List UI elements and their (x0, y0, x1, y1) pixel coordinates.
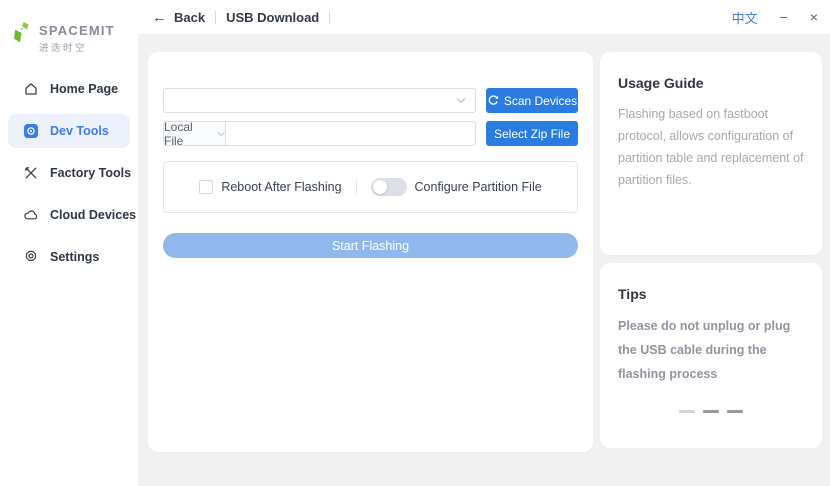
select-zip-file-button[interactable]: Select Zip File (486, 121, 578, 146)
flash-panel: Scan Devices Local File Select Zip File (148, 52, 593, 452)
chevron-down-icon (456, 98, 466, 104)
scan-devices-button[interactable]: Scan Devices (486, 88, 578, 113)
sidebar-item-dev-tools[interactable]: Dev Tools (8, 114, 130, 149)
flash-options: Reboot After Flashing Configure Partitio… (163, 161, 578, 213)
sidebar-item-label: Factory Tools (50, 166, 132, 181)
topbar-divider (215, 10, 217, 24)
logo-title: SPACEMIT (39, 23, 115, 38)
flash-form: Scan Devices Local File Select Zip File (148, 52, 593, 258)
configure-partition-toggle[interactable] (370, 178, 407, 196)
factory-tools-icon (23, 165, 39, 181)
spacemit-logo-icon (14, 22, 29, 43)
device-select[interactable] (163, 88, 476, 113)
back-arrow-icon: ← (152, 8, 167, 26)
sidebar-item-cloud-devices[interactable]: Cloud Devices (8, 198, 136, 232)
tips-title: Tips (618, 286, 647, 302)
logo: SPACEMIT 进迭时空 (0, 0, 138, 54)
home-icon (23, 81, 39, 97)
file-source-select[interactable]: Local File (163, 119, 225, 148)
file-source-value: Local File (164, 119, 193, 148)
close-button[interactable]: × (810, 10, 818, 24)
scan-devices-label: Scan Devices (503, 93, 578, 108)
topbar-divider (329, 10, 331, 24)
device-row: Scan Devices (163, 88, 578, 113)
sidebar-item-label: Dev Tools (50, 124, 109, 139)
sidebar-item-factory-tools[interactable]: Factory Tools (8, 156, 132, 190)
sidebar-menu: Home Page Dev Tools Factory Tools Cloud … (0, 72, 138, 274)
sidebar: SPACEMIT 进迭时空 Home Page Dev Tools Factor… (0, 0, 138, 486)
file-row: Local File Select Zip File (163, 119, 578, 148)
tips-carousel-indicators (600, 410, 822, 413)
info-column: Usage Guide Flashing based on fastboot p… (600, 52, 822, 448)
logo-subtitle: 进迭时空 (39, 43, 88, 55)
settings-icon (23, 249, 39, 265)
page-title: USB Download (226, 9, 320, 25)
chevron-down-icon (217, 131, 225, 136)
carousel-dash[interactable] (679, 410, 695, 413)
cloud-icon (23, 207, 39, 223)
minimize-button[interactable]: − (780, 10, 788, 24)
file-path-input[interactable] (225, 121, 476, 146)
sidebar-item-label: Home Page (50, 82, 119, 97)
sidebar-item-label: Cloud Devices (50, 208, 137, 223)
logo-text: SPACEMIT 进迭时空 (39, 21, 115, 54)
reboot-after-flashing-checkbox[interactable] (199, 180, 214, 194)
content-area: Scan Devices Local File Select Zip File (138, 34, 830, 486)
carousel-dash[interactable] (703, 410, 719, 413)
options-divider (355, 180, 357, 194)
refresh-icon (488, 94, 498, 105)
sidebar-item-home-page[interactable]: Home Page (8, 72, 130, 106)
configure-partition-label: Configure Partition File (414, 180, 542, 194)
sidebar-item-settings[interactable]: Settings (8, 240, 130, 274)
window-controls: 中文 − × (732, 8, 818, 27)
back-label: Back (174, 9, 206, 25)
reboot-after-flashing-label: Reboot After Flashing (221, 180, 342, 194)
tips-card: Tips Please do not unplug or plug the US… (600, 263, 822, 448)
usage-guide-title: Usage Guide (618, 75, 704, 91)
dev-tools-icon (23, 123, 39, 139)
start-flashing-button[interactable]: Start Flashing (163, 233, 578, 258)
sidebar-item-label: Settings (50, 250, 100, 265)
carousel-dash[interactable] (727, 410, 743, 413)
back-button[interactable]: ← Back (152, 10, 205, 25)
app-window: ← Back USB Download 中文 − × SPACEMIT 进迭时空 (0, 0, 830, 486)
language-switch-button[interactable]: 中文 (732, 8, 758, 27)
usage-guide-body: Flashing based on fastboot protocol, all… (618, 107, 804, 187)
select-zip-file-label: Select Zip File (493, 126, 571, 141)
tips-body: Please do not unplug or plug the USB cab… (618, 319, 791, 381)
usage-guide-card: Usage Guide Flashing based on fastboot p… (600, 52, 822, 255)
